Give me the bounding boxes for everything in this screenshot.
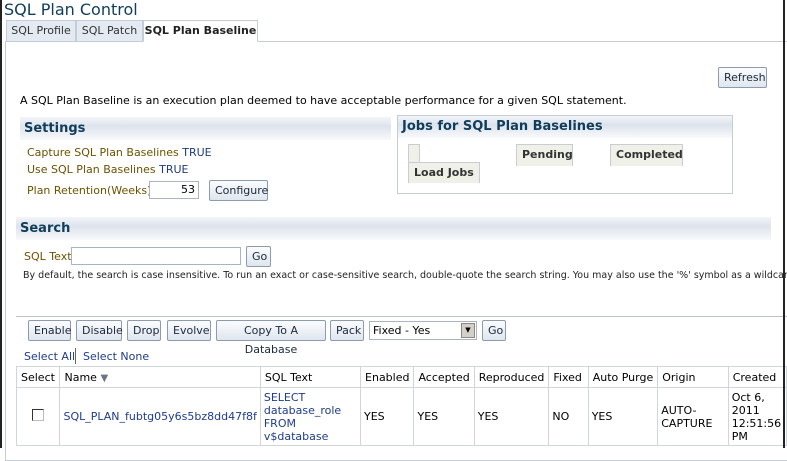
table-header-row: Select Name ▼ SQL Text Enabled Accepted … [15,366,787,388]
tab-sql-profile[interactable]: SQL Profile [6,20,76,42]
pack-button[interactable]: Pack [330,320,364,341]
col-auto-purge[interactable]: Auto Purge [587,366,659,388]
sql-text-line2: FROM v$database [263,416,329,443]
description: A SQL Plan Baseline is an execution plan… [20,94,627,107]
window-border-right [783,0,785,448]
chevron-down-icon[interactable]: ▼ [461,323,475,338]
use-value: TRUE [159,163,189,176]
col-reproduced[interactable]: Reproduced [473,366,550,388]
tab-sql-patch[interactable]: SQL Patch [76,20,143,42]
capture-value: TRUE [182,146,212,159]
copy-to-database-button[interactable]: Copy To A Database [216,320,326,356]
select-all-link[interactable]: Select All [24,350,75,363]
col-name[interactable]: Name ▼ [59,366,261,388]
cell-origin: AUTO-CAPTURE [657,387,729,446]
col-created[interactable]: Created [727,366,787,388]
jobs-subtab-spacer [408,144,420,164]
tab-sql-plan-baseline[interactable]: SQL Plan Baseline [143,20,258,42]
row-checkbox[interactable] [32,409,45,421]
sql-text-link[interactable]: SELECT database_role FROM v$database [259,387,362,446]
enable-button[interactable]: Enable [28,320,71,341]
page-title: SQL Plan Control [4,0,138,19]
pending-tab[interactable]: Pending [516,144,573,166]
use-label: Use SQL Plan Baselines [27,163,156,176]
search-hint: By default, the search is case insensiti… [23,270,787,281]
load-jobs-tab[interactable]: Load Jobs [408,162,480,183]
col-origin[interactable]: Origin [657,366,729,388]
window-border-left [0,0,2,448]
settings-header: Settings [20,117,391,140]
created-line2: 2011 [731,403,760,417]
retention-input[interactable]: 53 [149,181,199,199]
cell-accepted: YES [413,387,475,446]
created-line3: 12:51:56 [731,416,782,430]
configure-button[interactable]: Configure [209,180,268,201]
completed-tab[interactable]: Completed [610,144,683,166]
cell-fixed: NO [548,387,589,446]
divider [16,316,787,317]
col-select: Select [15,366,61,388]
capture-label: Capture SQL Plan Baselines [27,146,179,159]
created-line1: Oct 6, [731,390,765,404]
sql-text-line1: SELECT database_role [263,390,342,417]
col-enabled[interactable]: Enabled [360,366,415,388]
col-accepted[interactable]: Accepted [413,366,475,388]
sql-text-label: SQL Text [24,250,72,263]
cell-auto-purge: YES [587,387,659,446]
col-fixed[interactable]: Fixed [548,366,589,388]
created-line4: PM [731,429,748,443]
cell-enabled: YES [360,387,415,446]
sort-descending-icon[interactable]: ▼ [100,373,108,384]
filter-select[interactable]: Fixed - Yes ▼ [369,321,477,340]
jobs-header: Jobs for SQL Plan Baselines [398,116,732,138]
select-none-link[interactable]: Select None [83,350,149,363]
disable-button[interactable]: Disable [76,320,123,341]
filter-select-value: Fixed - Yes [373,324,431,337]
evolve-button[interactable]: Evolve [167,320,211,341]
col-name-label: Name [64,370,97,384]
link-separator [75,348,76,364]
sql-text-input[interactable] [71,247,241,265]
retention-label: Plan Retention(Weeks) [27,184,152,197]
cell-reproduced: YES [473,387,550,446]
search-header: Search [16,217,771,240]
drop-button[interactable]: Drop [127,320,161,341]
table-row: SQL_PLAN_fubtg05y6s5bz8dd47f8f SELECT da… [15,387,787,446]
col-sql-text[interactable]: SQL Text [259,366,362,388]
actions-go-button[interactable]: Go [482,320,506,341]
refresh-button[interactable]: Refresh [718,67,767,88]
search-go-button[interactable]: Go [246,246,271,267]
cell-created: Oct 6, 2011 12:51:56 PM [727,387,787,446]
baselines-table: Select Name ▼ SQL Text Enabled Accepted … [15,366,787,446]
plan-name-link[interactable]: SQL_PLAN_fubtg05y6s5bz8dd47f8f [59,387,261,446]
